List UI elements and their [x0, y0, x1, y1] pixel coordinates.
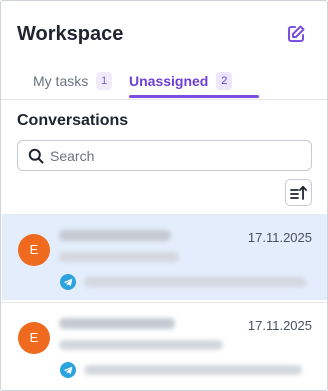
section-title: Conversations [17, 112, 129, 129]
message-preview-redacted [84, 365, 302, 375]
page-title: Workspace [17, 23, 124, 45]
panel-header: Workspace [17, 21, 311, 49]
tab-count-badge: 2 [216, 72, 233, 90]
workspace-panel: Workspace My tasks 1 Unassigned 2 Conver… [0, 0, 328, 391]
search-icon [28, 148, 44, 163]
tab-my-tasks[interactable]: My tasks 1 [33, 63, 113, 99]
message-preview-redacted [84, 277, 306, 287]
tab-label: My tasks [33, 73, 89, 89]
telegram-icon [60, 362, 76, 378]
search-input[interactable] [50, 147, 290, 164]
sort-ascending-icon [290, 185, 307, 200]
conversation-item[interactable]: E 17.11.2025 [2, 302, 327, 388]
conversation-date: 17.11.2025 [247, 230, 312, 245]
telegram-icon [60, 274, 76, 290]
active-tab-indicator [129, 95, 259, 98]
avatar: E [18, 322, 50, 354]
contact-subtitle-redacted [59, 252, 179, 262]
tab-unassigned[interactable]: Unassigned 2 [129, 63, 233, 99]
search-box[interactable] [17, 140, 312, 171]
contact-name-redacted [59, 230, 171, 241]
avatar: E [18, 234, 50, 266]
sort-button[interactable] [285, 179, 312, 206]
compose-button[interactable] [285, 23, 307, 45]
tab-count-badge: 1 [96, 72, 113, 90]
tab-label: Unassigned [129, 73, 209, 89]
edit-square-icon [288, 25, 305, 42]
contact-subtitle-redacted [59, 340, 223, 350]
conversation-date: 17.11.2025 [247, 318, 312, 333]
contact-name-redacted [59, 318, 175, 329]
conversation-item[interactable]: E 17.11.2025 [2, 214, 327, 300]
